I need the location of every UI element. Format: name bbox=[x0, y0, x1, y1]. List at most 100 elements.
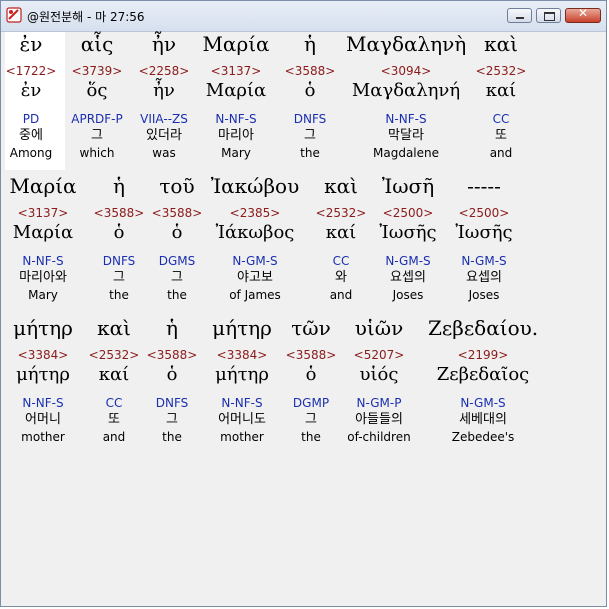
word-block[interactable]: Ἰωσῆ <2500> Ἰωσῆς N-GM-S 요셉의 Joses bbox=[373, 174, 443, 306]
title-bar[interactable]: @원전분해 - 마 27:56 ✕ bbox=[1, 1, 606, 32]
strongs-number: <2385> bbox=[229, 206, 281, 220]
app-icon bbox=[6, 7, 22, 23]
word-block[interactable]: Ζεβεδαίου. <2199> Ζεβεδαῖος N-GM-S 세베대의 Zebed… bbox=[428, 316, 538, 448]
strongs-number: <3588> bbox=[285, 348, 337, 362]
word-block[interactable]: Ἰακώβου <2385> Ἰάκωβος N-GM-S 야고보 of James bbox=[207, 174, 303, 306]
word-block[interactable]: τῶν <3588> ὁ DGMP 그 the bbox=[281, 316, 341, 448]
lexical-form: μήτηρ bbox=[215, 364, 269, 385]
english-gloss: Mary bbox=[28, 288, 58, 302]
english-gloss: Joses bbox=[392, 288, 424, 302]
lexical-form: υἱός bbox=[359, 364, 399, 385]
lexical-form: ὁ bbox=[304, 80, 316, 101]
greek-word: Ζεβεδαίου. bbox=[428, 316, 539, 340]
lexical-form: ἐν bbox=[20, 80, 42, 101]
korean-gloss: 막달라 bbox=[388, 128, 424, 143]
english-gloss: of-children bbox=[347, 430, 411, 444]
strongs-number: <3384> bbox=[216, 348, 268, 362]
korean-gloss: 마리아 bbox=[218, 128, 254, 143]
greek-word: μήτηρ bbox=[13, 316, 73, 340]
minimize-button[interactable] bbox=[507, 8, 532, 23]
korean-gloss: 요셉의 bbox=[466, 270, 502, 285]
korean-gloss: 또 bbox=[495, 128, 507, 143]
word-block[interactable]: καὶ <2532> καί CC 와 and bbox=[311, 174, 371, 306]
greek-word: ἐν bbox=[19, 32, 43, 56]
lexical-form: Ἰάκωβος bbox=[215, 222, 295, 243]
lexical-form: ὁ bbox=[305, 364, 317, 385]
english-gloss: the bbox=[167, 288, 187, 302]
greek-word: Ἰωσῆ bbox=[381, 174, 435, 198]
korean-gloss: 와 bbox=[335, 270, 347, 285]
close-button[interactable]: ✕ bbox=[565, 6, 601, 23]
lexical-form: καί bbox=[325, 222, 357, 243]
korean-gloss: 있더라 bbox=[146, 128, 182, 143]
strongs-number: <2199> bbox=[457, 348, 509, 362]
greek-word: ἡ bbox=[113, 174, 125, 198]
parsing-code: DGMS bbox=[158, 254, 196, 268]
lexical-form: καί bbox=[485, 80, 517, 101]
greek-word: ἡ bbox=[304, 32, 316, 56]
parsing-code: N-GM-S bbox=[232, 254, 278, 268]
parsing-code: DNFS bbox=[293, 112, 327, 126]
korean-gloss: 그 bbox=[91, 128, 103, 143]
strongs-number: <2532> bbox=[475, 64, 527, 78]
parsing-code: CC bbox=[492, 112, 510, 126]
parsing-code: DNFS bbox=[102, 254, 136, 268]
strongs-number: <2532> bbox=[315, 206, 367, 220]
lexical-form: ὁ bbox=[113, 222, 125, 243]
korean-gloss: 아들들의 bbox=[355, 412, 403, 427]
english-gloss: Joses bbox=[468, 288, 500, 302]
word-block[interactable]: ἡ <3588> ὁ DNFS 그 the bbox=[144, 316, 200, 448]
greek-word: Ἰακώβου bbox=[210, 174, 300, 198]
word-block[interactable]: υἱῶν <5207> υἱός N-GM-P 아들들의 of-children bbox=[337, 316, 421, 448]
parsing-code: N-GM-S bbox=[461, 254, 507, 268]
word-block[interactable]: καὶ <2532> καί CC 또 and bbox=[84, 316, 144, 448]
lexical-form: ὅς bbox=[86, 80, 108, 101]
maximize-button[interactable] bbox=[536, 8, 561, 23]
word-block[interactable]: Μαγδαληνὴ <3094> Μαγδαληνή N-NF-S 막달라 Magdale… bbox=[346, 32, 466, 164]
app-window: @원전분해 - 마 27:56 ✕ ἐν <1722> ἐν PD 중에 Among αἷς… bbox=[0, 0, 607, 607]
english-gloss: was bbox=[152, 146, 176, 160]
english-gloss: Zebedee's bbox=[451, 430, 515, 444]
parsing-code: PD bbox=[22, 112, 40, 126]
parsing-code: CC bbox=[332, 254, 350, 268]
word-block[interactable]: ----- <2500> Ἰωσῆς N-GM-S 요셉의 Joses bbox=[449, 174, 519, 306]
word-block[interactable]: καὶ <2532> καί CC 또 and bbox=[473, 32, 529, 164]
word-block[interactable]: ἦν <2258> ἦν VIIA--ZS 있더라 was bbox=[132, 32, 196, 164]
word-block[interactable]: ἡ <3588> ὁ DNFS 그 the bbox=[280, 32, 340, 164]
word-block[interactable]: μήτηρ <3384> μήτηρ N-NF-S 어머니도 mother bbox=[200, 316, 284, 448]
english-gloss: Mary bbox=[221, 146, 251, 160]
parsing-code: N-NF-S bbox=[385, 112, 427, 126]
english-gloss: of James bbox=[229, 288, 281, 302]
lexical-form: ἦν bbox=[153, 80, 175, 101]
word-block[interactable]: Μαρία <3137> Μαρία N-NF-S 마리아 Mary bbox=[198, 32, 274, 164]
english-gloss: mother bbox=[220, 430, 264, 444]
word-block[interactable]: Μαρία <3137> Μαρία N-NF-S 마리아와 Mary bbox=[5, 174, 81, 306]
lexical-form: Ἰωσῆς bbox=[379, 222, 437, 243]
korean-gloss: 어머니 bbox=[25, 412, 61, 427]
korean-gloss: 어머니도 bbox=[218, 412, 266, 427]
korean-gloss: 그 bbox=[113, 270, 125, 285]
strongs-number: <3739> bbox=[71, 64, 123, 78]
word-block[interactable]: τοῦ <3588> ὁ DGMS 그 the bbox=[149, 174, 205, 306]
word-block[interactable]: μήτηρ <3384> μήτηρ N-NF-S 어머니 mother bbox=[5, 316, 81, 448]
korean-gloss: 마리아와 bbox=[19, 270, 67, 285]
korean-gloss: 그 bbox=[166, 412, 178, 427]
strongs-number: <3588> bbox=[284, 64, 336, 78]
parsing-code: N-GM-P bbox=[356, 396, 402, 410]
interlinear-view: ἐν <1722> ἐν PD 중에 Among αἷς <3739> ὅς APRDF-P 그 wh… bbox=[5, 32, 605, 605]
greek-word: καὶ bbox=[97, 316, 131, 340]
word-block[interactable]: ἡ <3588> ὁ DNFS 그 the bbox=[87, 174, 151, 306]
parsing-code: APRDF-P bbox=[71, 112, 123, 126]
greek-word: ἦν bbox=[151, 32, 177, 56]
korean-gloss: 세베대의 bbox=[459, 412, 507, 427]
strongs-number: <2500> bbox=[382, 206, 434, 220]
korean-gloss: 중에 bbox=[19, 128, 43, 143]
strongs-number: <1722> bbox=[5, 64, 57, 78]
strongs-number: <3588> bbox=[93, 206, 145, 220]
greek-word: Μαγδαληνὴ bbox=[346, 32, 467, 56]
strongs-number: <3137> bbox=[17, 206, 69, 220]
word-block[interactable]: αἷς <3739> ὅς APRDF-P 그 which bbox=[65, 32, 129, 164]
word-block[interactable]: ἐν <1722> ἐν PD 중에 Among bbox=[3, 32, 59, 164]
lexical-form: καί bbox=[98, 364, 130, 385]
lexical-form: ὁ bbox=[171, 222, 183, 243]
